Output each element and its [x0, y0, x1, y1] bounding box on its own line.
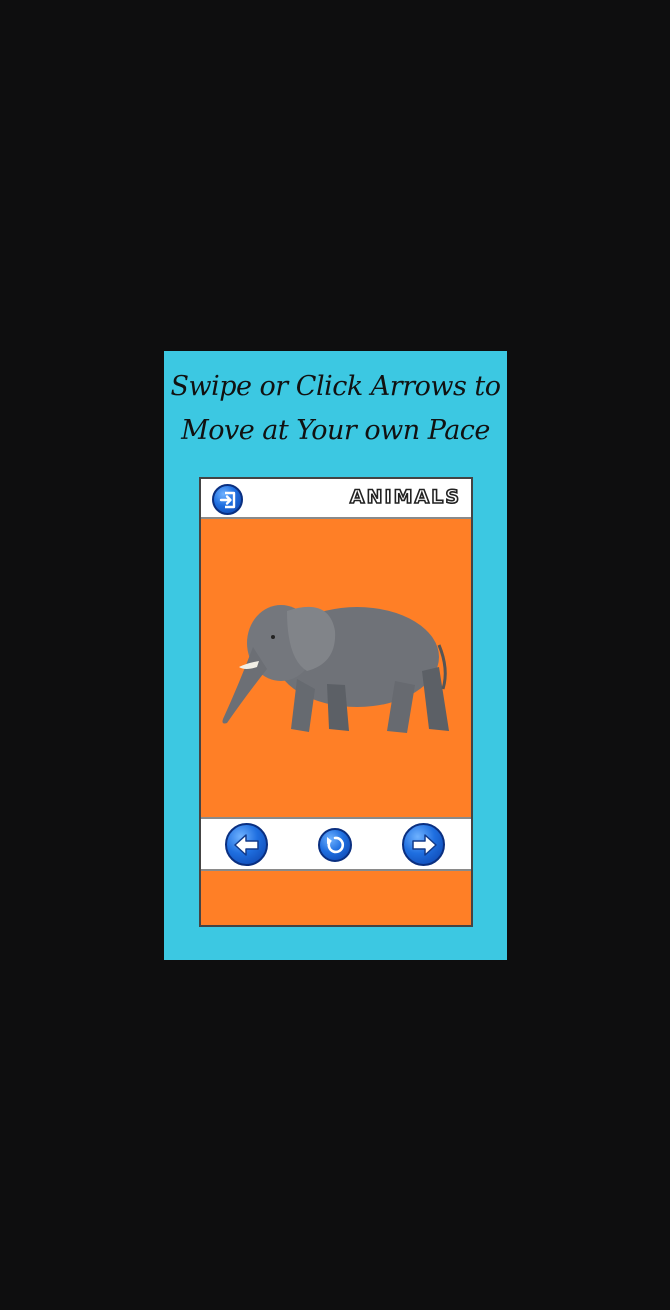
headline-line-1: Swipe or Click Arrows to — [170, 371, 501, 402]
navigation-bar — [201, 817, 471, 871]
elephant-image[interactable] — [217, 589, 457, 749]
next-button[interactable] — [402, 823, 445, 866]
previous-button[interactable] — [225, 823, 268, 866]
category-title: ANIMALS — [349, 485, 461, 509]
top-bar: ANIMALS — [201, 479, 471, 519]
arrow-right-icon — [411, 833, 437, 856]
app-screen: ANIMALS — [199, 477, 473, 927]
arrow-left-icon — [233, 833, 259, 856]
exit-icon — [219, 491, 235, 508]
promo-card: Swipe or Click Arrows to Move at Your ow… — [164, 351, 507, 960]
headline-line-2: Move at Your own Pace — [181, 415, 490, 446]
replay-icon — [327, 836, 345, 854]
promo-headline: Swipe or Click Arrows to Move at Your ow… — [164, 365, 507, 453]
replay-button[interactable] — [318, 828, 352, 862]
exit-button[interactable] — [212, 484, 243, 515]
